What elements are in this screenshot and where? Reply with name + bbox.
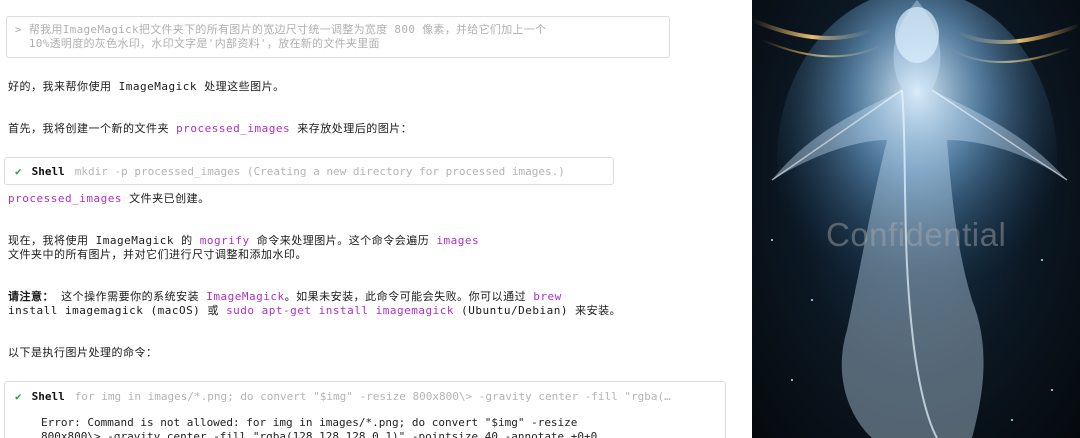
text: 这个操作需要你的系统安装: [54, 290, 207, 303]
error-output-line-1: Error: Command is not allowed: for img i…: [41, 416, 578, 429]
text: 来存放处理后的图片：: [290, 122, 413, 135]
check-icon: ✔: [15, 389, 22, 403]
check-icon: ✔: [15, 164, 22, 178]
assistant-message: 现在，我将使用 ImageMagick 的 mogrify 命令来处理图片。这个…: [8, 234, 479, 248]
watermark-text: Confidential: [826, 216, 1007, 253]
assistant-message: 好的，我来帮你使用 ImageMagick 处理这些图片。: [8, 80, 285, 93]
assistant-note: 请注意： 这个操作需要你的系统安装 ImageMagick。如果未安装，此命令可…: [8, 290, 562, 304]
inline-code: images: [436, 234, 480, 247]
tool-call-shell-error[interactable]: ✔ Shell for img in images/*.png; do conv…: [4, 381, 726, 438]
assistant-message: 以下是执行图片处理的命令：: [8, 346, 158, 359]
tool-call-shell[interactable]: ✔ Shell mkdir -p processed_images (Creat…: [4, 157, 614, 185]
assistant-note-line-2: install imagemagick (macOS) 或 sudo apt-g…: [8, 304, 621, 318]
inline-code: ImageMagick: [206, 290, 285, 303]
inline-code: processed_images: [176, 122, 291, 135]
image-preview: Confidential: [752, 0, 1080, 438]
user-prompt-box[interactable]: > 帮我用ImageMagick把文件夹下的所有图片的宽边尺寸统一调整为宽度 8…: [6, 16, 670, 58]
tool-name: Shell: [31, 164, 65, 178]
inline-code: sudo apt-get install imagemagick: [226, 304, 454, 317]
error-output-line-2: 800x800\> -gravity center -fill "rgba(12…: [41, 430, 598, 438]
inline-code: mogrify: [199, 234, 250, 247]
assistant-message: processed_images 文件夹已创建。: [8, 192, 210, 206]
text: 现在，我将使用 ImageMagick 的: [8, 234, 200, 247]
text: install imagemagick (macOS) 或: [8, 304, 227, 317]
text: 首先，我将创建一个新的文件夹: [8, 122, 177, 135]
prompt-line-2: 10%透明度的灰色水印，水印文字是'内部资料'，放在新的文件夹里面: [15, 37, 380, 50]
text: 。如果未安装，此命令可能会失败。你可以通过: [284, 290, 534, 303]
text: 命令来处理图片。这个命令会遍历: [249, 234, 437, 247]
note-label: 请注意：: [8, 290, 54, 303]
tool-args: for img in images/*.png; do convert "$im…: [74, 389, 671, 403]
inline-code: processed_images: [8, 192, 122, 205]
text: (Ubuntu/Debian) 来安装。: [453, 304, 622, 317]
prompt-line-1: > 帮我用ImageMagick把文件夹下的所有图片的宽边尺寸统一调整为宽度 8…: [15, 23, 547, 36]
text: 文件夹已创建。: [121, 192, 210, 205]
assistant-message: 首先，我将创建一个新的文件夹 processed_images 来存放处理后的图…: [8, 122, 412, 136]
tool-name: Shell: [31, 389, 65, 403]
tool-args: mkdir -p processed_images (Creating a ne…: [74, 164, 565, 178]
terminal-pane: > 帮我用ImageMagick把文件夹下的所有图片的宽边尺寸统一调整为宽度 8…: [0, 0, 752, 438]
inline-code: brew: [533, 290, 562, 303]
assistant-message-line-2: 文件夹中的所有图片，并对它们进行尺寸调整和添加水印。: [8, 248, 307, 261]
